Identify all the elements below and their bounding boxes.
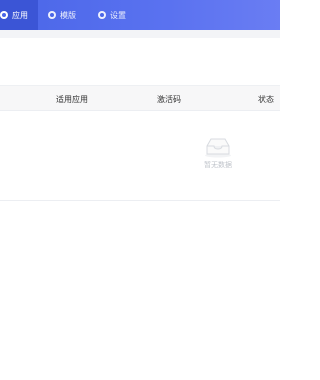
table-header: 适用应用 激活码 状态 bbox=[0, 85, 280, 111]
nav-item-settings[interactable]: 设置 bbox=[98, 0, 126, 30]
empty-state: 暂无数据 bbox=[196, 136, 240, 170]
nav-item-apps[interactable]: 应用 bbox=[0, 0, 38, 30]
column-header-status: 状态 bbox=[258, 95, 274, 104]
empty-inbox-icon bbox=[205, 138, 231, 158]
toolbar-strip bbox=[0, 30, 280, 38]
nav-item-templates[interactable]: 模版 bbox=[48, 0, 76, 30]
table-bottom-divider bbox=[0, 200, 280, 201]
nav-item-label: 模版 bbox=[60, 10, 76, 20]
empty-state-text: 暂无数据 bbox=[204, 161, 232, 169]
top-navigation-bar: 应用 模版 设置 bbox=[0, 0, 280, 30]
column-header-activation-code: 激活码 bbox=[157, 95, 181, 104]
circle-icon bbox=[98, 11, 106, 19]
nav-item-label: 应用 bbox=[12, 10, 28, 20]
column-header-applicable-app: 适用应用 bbox=[56, 95, 88, 104]
nav-item-label: 设置 bbox=[110, 10, 126, 20]
circle-icon bbox=[0, 11, 8, 19]
circle-icon bbox=[48, 11, 56, 19]
